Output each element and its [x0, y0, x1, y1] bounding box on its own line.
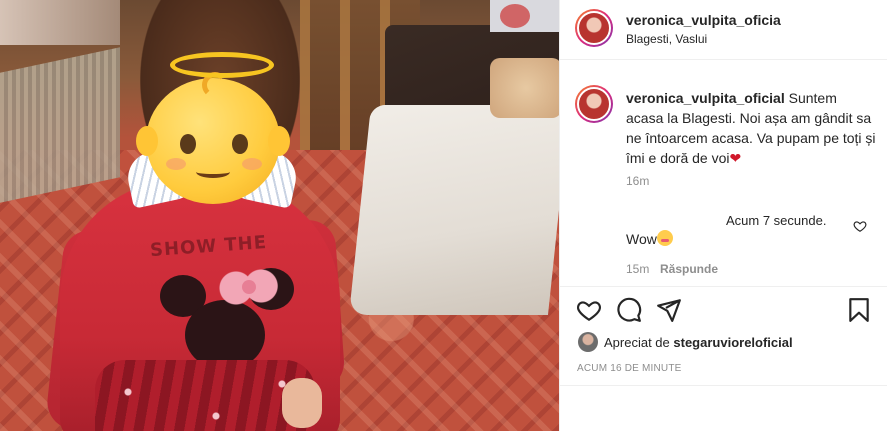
- post-photo[interactable]: SHOW THE: [0, 0, 559, 431]
- wall-decoration: [0, 0, 120, 45]
- minnie-bow-print: [218, 268, 278, 308]
- wall-poster: [490, 0, 559, 32]
- bed-sheet: [348, 105, 559, 315]
- comment-text: Wow: [626, 230, 673, 247]
- red-heart-emoji-icon: ❤: [729, 150, 742, 166]
- caption-username[interactable]: veronica_vulpita_oficial: [626, 90, 785, 106]
- rug: [0, 47, 120, 203]
- post-header: veronica_vulpita_oficia Blagesti, Vaslui: [560, 0, 887, 60]
- comment-body: Wow: [626, 231, 657, 247]
- post-timestamp[interactable]: ACUM 16 DE MINUTE: [577, 363, 682, 374]
- divider: [560, 385, 887, 386]
- comment-meta-text: Acum 7 secunde.: [726, 213, 827, 228]
- paper-plane-icon[interactable]: [656, 297, 682, 323]
- liked-by-prefix: Apreciat de: [604, 335, 670, 350]
- speech-bubble-icon[interactable]: [616, 297, 642, 323]
- comment-timestamp[interactable]: 15m: [626, 262, 649, 276]
- author-avatar[interactable]: [575, 9, 613, 47]
- post-side-panel: veronica_vulpita_oficia Blagesti, Vaslui…: [559, 0, 887, 431]
- liked-by-username[interactable]: stegaruvioreloficial: [673, 335, 792, 350]
- caption-timestamp[interactable]: 16m: [626, 174, 649, 188]
- post-location[interactable]: Blagesti, Vaslui: [626, 32, 707, 46]
- caption-author-avatar[interactable]: [575, 85, 613, 123]
- heart-outline-icon[interactable]: [576, 297, 602, 323]
- pillow: [490, 58, 559, 118]
- child-hand: [282, 378, 322, 428]
- baby-angel-emoji-icon: [136, 72, 290, 204]
- comment-like-heart-icon[interactable]: [853, 219, 867, 233]
- caption-text: veronica_vulpita_oficial Suntem acasa la…: [626, 88, 878, 168]
- halo-icon: [170, 52, 274, 78]
- liker-avatar[interactable]: [578, 332, 598, 352]
- author-username[interactable]: veronica_vulpita_oficia: [626, 12, 781, 28]
- reply-button[interactable]: Răspunde: [660, 262, 718, 276]
- bookmark-icon[interactable]: [846, 297, 872, 323]
- action-bar: [560, 286, 887, 332]
- kissing-face-emoji-icon: [656, 230, 673, 246]
- liked-by-text: Apreciat de stegaruvioreloficial: [604, 335, 793, 350]
